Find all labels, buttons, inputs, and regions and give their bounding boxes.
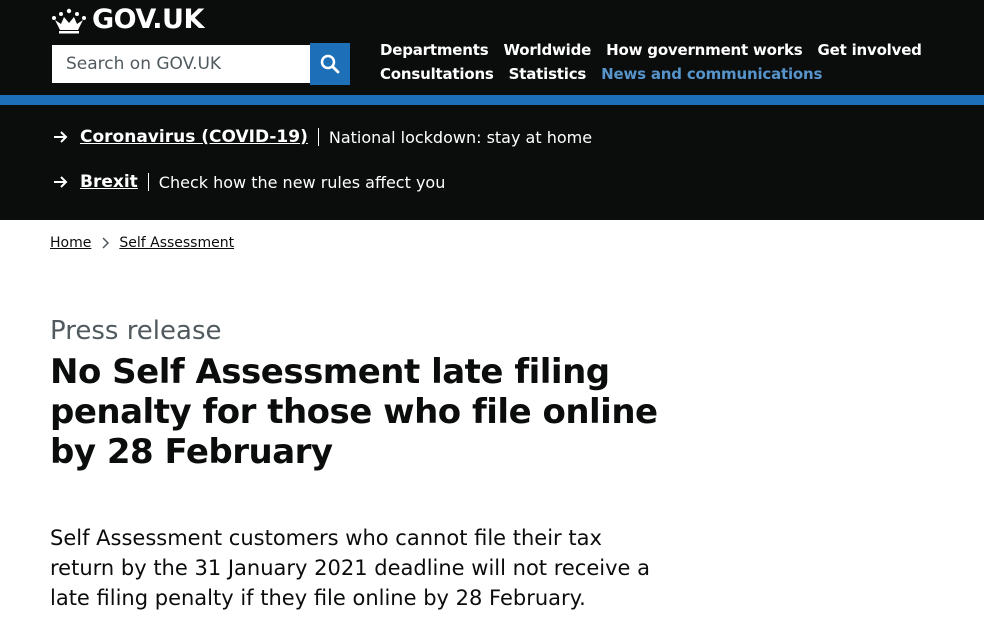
main-navigation: Departments Worldwide How government wor…	[380, 38, 940, 86]
nav-how-government-works[interactable]: How government works	[606, 38, 803, 62]
crown-icon	[52, 8, 86, 33]
banner-text-brexit: Check how the new rules affect you	[158, 172, 446, 192]
nav-consultations[interactable]: Consultations	[380, 62, 494, 86]
search-icon	[320, 54, 340, 74]
banner-link-coronavirus[interactable]: Coronavirus (COVID-19)	[80, 127, 308, 147]
search-input[interactable]	[50, 43, 310, 85]
search-button[interactable]	[310, 43, 350, 85]
banner-text-coronavirus: National lockdown: stay at home	[328, 127, 593, 147]
nav-news-and-communications[interactable]: News and communications	[601, 62, 822, 86]
banner-item-coronavirus: Coronavirus (COVID-19) National lockdown…	[52, 127, 592, 147]
lead-paragraph: Self Assessment customers who cannot fil…	[50, 526, 650, 610]
banner-separator	[317, 128, 319, 146]
nav-statistics[interactable]: Statistics	[509, 62, 587, 86]
emergency-banner: Coronavirus (COVID-19) National lockdown…	[0, 105, 984, 220]
breadcrumb-self-assessment[interactable]: Self Assessment	[119, 235, 234, 251]
nav-get-involved[interactable]: Get involved	[818, 38, 922, 62]
banner-separator	[147, 173, 149, 191]
site-header: GOV.UK Departments Worldwide How governm…	[0, 0, 984, 95]
logo-text: GOV.UK	[92, 4, 204, 35]
arrow-right-icon	[54, 176, 68, 188]
header-blue-bar	[0, 95, 984, 105]
banner-item-brexit: Brexit Check how the new rules affect yo…	[52, 172, 445, 192]
breadcrumb-home[interactable]: Home	[50, 235, 91, 251]
nav-departments[interactable]: Departments	[380, 38, 489, 62]
breadcrumb: Home Self Assessment	[50, 235, 234, 251]
banner-link-brexit[interactable]: Brexit	[80, 172, 138, 192]
govuk-logo-link[interactable]: GOV.UK	[50, 4, 204, 35]
document-type: Press release	[50, 316, 222, 346]
page-title: No Self Assessment late filing penalty f…	[50, 352, 658, 472]
nav-worldwide[interactable]: Worldwide	[503, 38, 591, 62]
arrow-right-icon	[54, 131, 68, 143]
search-form	[50, 43, 350, 85]
chevron-right-icon	[102, 237, 110, 249]
